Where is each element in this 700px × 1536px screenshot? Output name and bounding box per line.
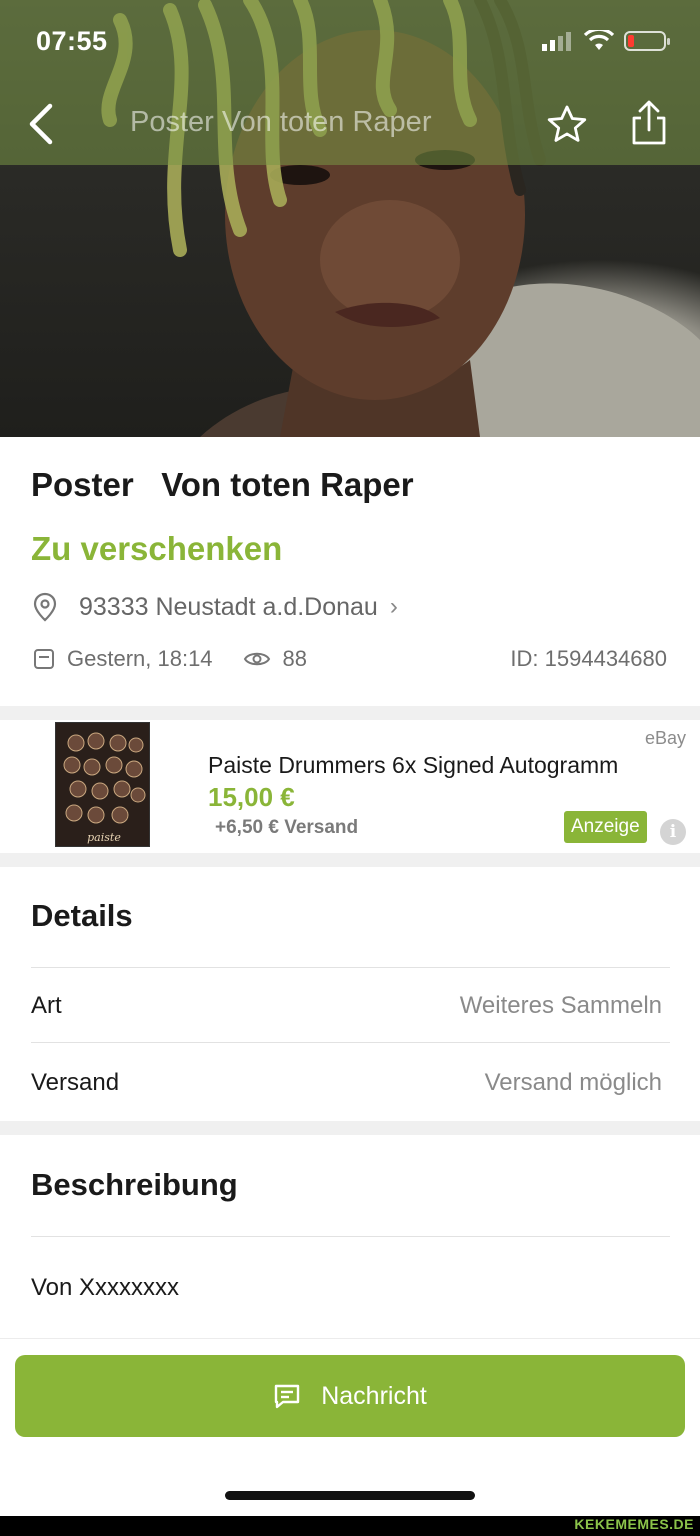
detail-value-art: Weiteres Sammeln <box>459 992 662 1019</box>
divider-line <box>31 967 670 968</box>
location-text: 93333 Neustadt a.d.Donau <box>79 592 378 621</box>
wifi-icon <box>584 30 614 50</box>
nav-title: Poster Von toten Raper <box>130 106 432 138</box>
chat-icon <box>275 1384 300 1409</box>
divider-line <box>31 1042 670 1043</box>
detail-label-versand: Versand <box>31 1069 120 1096</box>
poster-thumbnail-graphic: paiste <box>56 723 149 846</box>
header-overlay <box>0 0 700 165</box>
info-icon[interactable]: i <box>660 819 686 845</box>
share-icon[interactable] <box>628 100 670 146</box>
details-heading: Details <box>31 898 133 933</box>
eye-icon <box>243 652 270 666</box>
status-icons <box>542 30 672 52</box>
ad-price: 15,00 € <box>208 782 295 812</box>
ad-thumbnail: paiste <box>55 722 150 847</box>
ad-badge: Anzeige <box>564 811 647 843</box>
ad-card[interactable]: paiste eBay Paiste Drummers 6x Signed Au… <box>0 720 700 853</box>
divider <box>0 853 700 867</box>
calendar-icon <box>34 649 54 669</box>
message-button[interactable]: Nachricht <box>15 1355 685 1437</box>
ad-title[interactable]: Paiste Drummers 6x Signed Autogramm <box>208 752 618 779</box>
message-button-label: Nachricht <box>321 1381 427 1410</box>
location-pin-icon <box>33 592 57 622</box>
battery-icon <box>624 31 670 51</box>
detail-value-versand: Versand möglich <box>484 1069 662 1096</box>
divider <box>0 706 700 720</box>
ad-shipping: +6,50 € Versand <box>215 817 359 838</box>
location-link[interactable]: 93333 Neustadt a.d.Donau › <box>33 592 398 622</box>
hero-image[interactable] <box>0 0 700 437</box>
svg-text:paiste: paiste <box>87 831 121 844</box>
meta-row: Gestern, 18:14 88 ID: 1594434680 <box>33 646 673 672</box>
status-time: 07:55 <box>36 26 108 56</box>
star-icon[interactable] <box>546 104 588 144</box>
view-count: 88 <box>282 646 308 671</box>
ad-source: eBay <box>644 728 686 748</box>
back-chevron-icon[interactable] <box>24 100 64 148</box>
listing-date: Gestern, 18:14 <box>67 646 213 671</box>
chevron-right-icon: › <box>389 593 398 620</box>
divider-line <box>31 1236 670 1237</box>
listing-id: ID: 1594434680 <box>510 646 667 671</box>
signal-icon <box>542 32 571 51</box>
description-text: Von Xxxxxxxx <box>31 1274 180 1301</box>
listing-title: Poster Von toten Raper <box>31 466 414 503</box>
detail-label-art: Art <box>31 992 62 1019</box>
description-heading: Beschreibung <box>31 1167 238 1202</box>
divider <box>0 1121 700 1135</box>
home-indicator[interactable] <box>225 1491 475 1500</box>
listing-price: Zu verschenken <box>31 530 283 567</box>
watermark: KEKEMEMES.DE <box>574 1516 694 1532</box>
